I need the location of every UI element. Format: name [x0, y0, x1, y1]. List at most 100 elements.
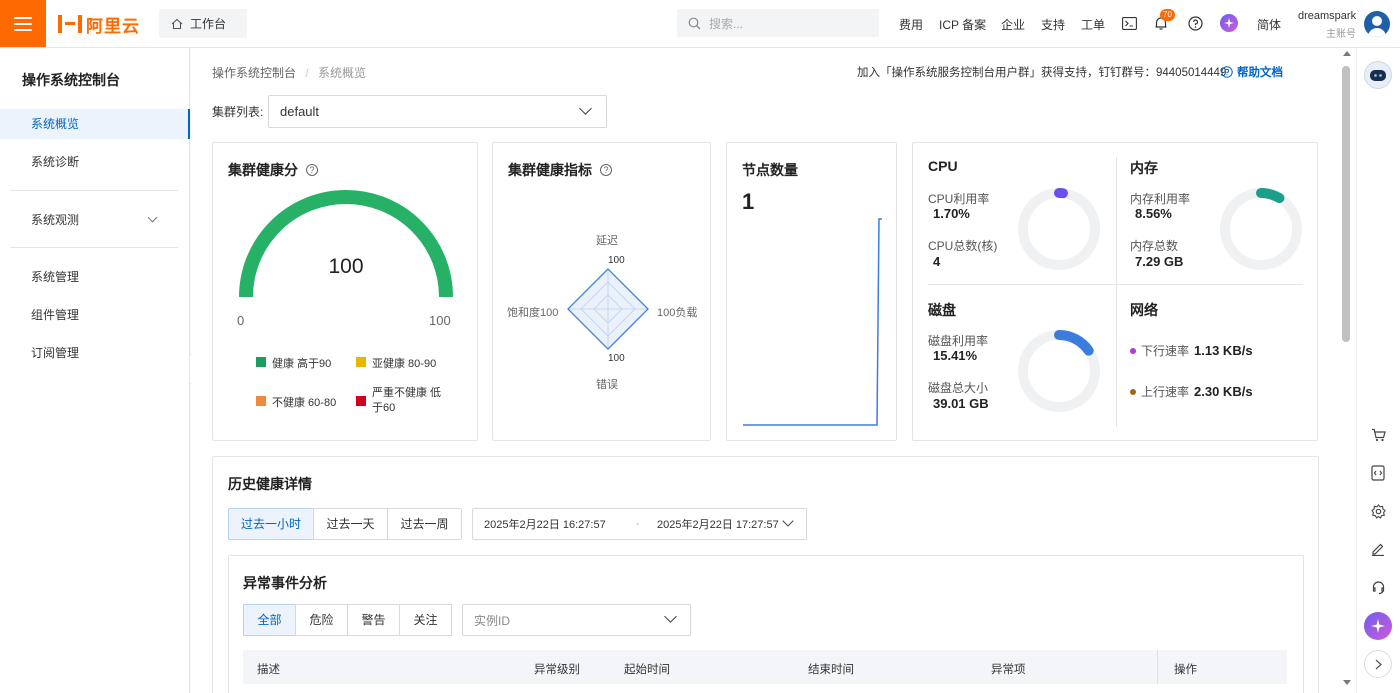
health-score-card: 集群健康分? 100 0 100 健康 高于90 亚健康 80-90 不健康 6…: [212, 142, 478, 441]
cpu-count-label: CPU总数(核): [928, 239, 998, 253]
nav-billing[interactable]: 费用: [899, 16, 923, 33]
radar-label-top: 延迟: [596, 235, 618, 247]
disk-ring: [1018, 330, 1100, 412]
network-title: 网络: [1130, 302, 1158, 318]
memory-ring: [1220, 188, 1302, 270]
nav-ticket[interactable]: 工单: [1081, 16, 1105, 33]
code-icon[interactable]: [1364, 459, 1392, 487]
avatar[interactable]: [1364, 11, 1390, 37]
column-start-time: 起始时间: [624, 664, 670, 676]
disk-usage-label: 磁盘利用率: [928, 334, 989, 348]
column-description: 描述: [257, 664, 280, 676]
network-down: 下行速率 1.13 KB/s: [1130, 342, 1253, 359]
network-down-label: 下行速率: [1141, 344, 1190, 358]
network-up-dot: [1130, 388, 1136, 395]
node-count-card: 节点数量 1: [726, 142, 897, 441]
date-start[interactable]: 2025年2月22日 16:27:57: [484, 516, 606, 532]
legend-unhealthy: 不健康 60-80: [256, 394, 336, 410]
range-last-day-button[interactable]: 过去一天: [313, 508, 388, 540]
range-last-hour-button[interactable]: 过去一小时: [228, 508, 314, 540]
resources-divider-h: [928, 284, 1303, 285]
workbench-button[interactable]: 工作台: [159, 9, 247, 38]
memory-usage-label: 内存利用率: [1130, 192, 1191, 206]
cart-icon[interactable]: [1364, 421, 1392, 449]
events-table-header: 描述 异常级别 起始时间 结束时间 异常项 操作: [243, 650, 1287, 684]
edit-icon[interactable]: [1364, 535, 1392, 563]
filter-danger-button[interactable]: 危险: [295, 604, 348, 636]
ai-spark-icon[interactable]: [1364, 612, 1392, 640]
column-anomaly-item: 异常项: [991, 664, 1026, 676]
sidebar-item-label: 系统管理: [31, 270, 80, 284]
sidebar-item-system-management[interactable]: 系统管理: [0, 262, 190, 292]
cluster-select[interactable]: default: [268, 95, 607, 128]
sidebar-item-label: 系统概览: [31, 117, 80, 131]
language-switch[interactable]: 简体: [1257, 16, 1281, 33]
nav-icp[interactable]: ICP 备案: [939, 16, 986, 33]
breadcrumb: 操作系统控制台 / 系统概览: [212, 64, 366, 81]
settings-icon[interactable]: [1364, 497, 1392, 525]
events-title: 异常事件分析: [243, 575, 327, 591]
scroll-up-arrow[interactable]: [1343, 51, 1351, 56]
sidebar-item-diagnosis[interactable]: 系统诊断: [0, 147, 190, 177]
memory-title: 内存: [1130, 160, 1158, 176]
sidebar-item-observation[interactable]: 系统观测: [0, 205, 190, 235]
disk-title: 磁盘: [928, 302, 956, 318]
legend-swatch: [256, 357, 266, 367]
radar-chart: [567, 268, 649, 350]
legend-label: 亚健康 80-90: [372, 358, 437, 370]
chevron-down-icon: [147, 212, 158, 223]
date-end[interactable]: 2025年2月22日 17:27:57: [657, 516, 779, 532]
memory-total-value: 7.29 GB: [1135, 254, 1184, 269]
date-separator: -: [636, 518, 640, 530]
top-bar: 阿里云 工作台 搜索... 费用 ICP 备案 企业 支持 工单 70 简体 d…: [0, 0, 1400, 48]
help-icon[interactable]: [1187, 15, 1203, 31]
chevron-right-icon[interactable]: [1364, 650, 1392, 678]
sidebar-item-label: 组件管理: [31, 308, 80, 322]
account-type: 主账号: [1326, 29, 1356, 40]
notification-badge: 70: [1160, 9, 1175, 21]
filter-warning-button[interactable]: 警告: [347, 604, 400, 636]
username: dreamspark: [1298, 10, 1357, 22]
sidebar-item-overview[interactable]: 系统概览: [0, 109, 190, 139]
workbench-label: 工作台: [190, 17, 227, 31]
search-input[interactable]: 搜索...: [677, 9, 879, 37]
cpu-ring: [1018, 188, 1100, 270]
main-content: 操作系统控制台 / 系统概览 加入「操作系统服务控制台用户群」获得支持，钉钉群号…: [191, 48, 1356, 693]
gauge-max: 100: [429, 313, 451, 328]
scrollbar-thumb[interactable]: [1342, 66, 1350, 342]
radar-value-bottom: 100: [608, 353, 625, 364]
ai-assistant-icon[interactable]: [1220, 14, 1238, 32]
scroll-down-arrow[interactable]: [1343, 680, 1351, 685]
gauge-arc: [239, 190, 453, 298]
sidebar-item-component-management[interactable]: 组件管理: [0, 300, 190, 330]
instance-id-select[interactable]: 实例ID: [462, 604, 691, 636]
help-doc-link[interactable]: 帮助文档: [1221, 64, 1283, 80]
sidebar-item-subscription[interactable]: 订阅管理: [0, 338, 190, 368]
health-metrics-card: 集群健康指标? 延迟 100 100负载 100 错误 饱和度100: [492, 142, 711, 441]
cpu-usage-label: CPU利用率: [928, 192, 990, 206]
resources-card: CPU CPU利用率 1.70% CPU总数(核) 4 内存 内存利用率 8.5…: [912, 142, 1318, 441]
legend-label: 严重不健康 低于60: [372, 387, 442, 414]
filter-attention-button[interactable]: 关注: [399, 604, 452, 636]
cpu-title: CPU: [928, 158, 958, 174]
node-count-sparkline: [743, 218, 882, 426]
date-range-picker[interactable]: 2025年2月22日 16:27:57 - 2025年2月22日 17:27:5…: [472, 508, 807, 540]
network-up: 上行速率 2.30 KB/s: [1130, 383, 1253, 400]
user-menu[interactable]: dreamspark 主账号: [1298, 10, 1356, 40]
filter-all-button[interactable]: 全部: [243, 604, 296, 636]
logo-icon: [58, 15, 82, 33]
logo-text: 阿里云: [86, 16, 140, 36]
menu-button[interactable]: [0, 0, 46, 47]
home-icon: [171, 18, 183, 29]
assistant-avatar-icon[interactable]: [1364, 61, 1392, 89]
nav-enterprise[interactable]: 企业: [1001, 16, 1025, 33]
nav-support[interactable]: 支持: [1041, 16, 1065, 33]
legend-subhealthy: 亚健康 80-90: [356, 355, 436, 371]
aliyun-logo[interactable]: 阿里云: [58, 12, 140, 36]
range-last-week-button[interactable]: 过去一周: [387, 508, 462, 540]
disk-total-label: 磁盘总大小: [928, 381, 989, 395]
network-down-value: 1.13 KB/s: [1194, 343, 1253, 358]
terminal-icon[interactable]: [1121, 15, 1137, 31]
headset-icon[interactable]: [1364, 573, 1392, 601]
breadcrumb-root[interactable]: 操作系统控制台: [212, 66, 296, 80]
